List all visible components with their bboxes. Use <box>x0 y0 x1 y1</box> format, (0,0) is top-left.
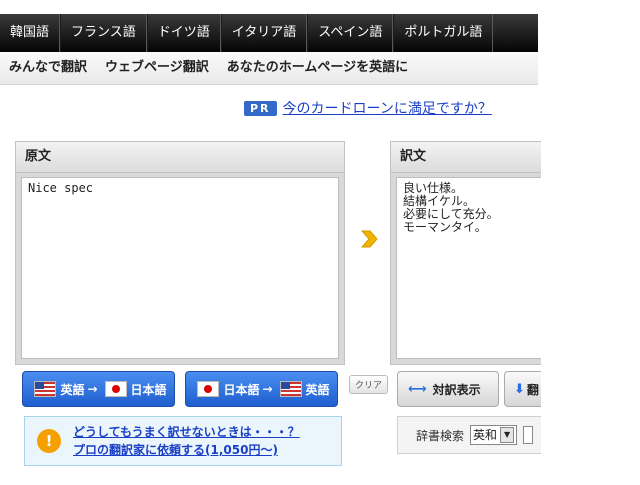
jp-flag-icon <box>197 381 220 397</box>
pr-ad: PR 今のカードローンに満足ですか？ <box>244 98 492 118</box>
clear-button[interactable]: クリア <box>349 375 389 394</box>
pro-translation-notice: ! どうしてもうまく訳せないときは・・・？ プロの翻訳家に依頼する(1,050円… <box>24 416 342 466</box>
tab-german[interactable]: ドイツ語 <box>146 14 221 52</box>
pro-request-link[interactable]: プロの翻訳家に依頼する(1,050円〜) <box>73 441 300 459</box>
us-flag-icon <box>34 381 57 397</box>
en-ja-from: 英語 <box>60 382 85 397</box>
download-button[interactable]: ⬇ 翻 <box>504 371 541 407</box>
sub-navigation: みんなで翻訳 ウェブページ翻訳 あなたのホームページを英語に <box>0 52 538 85</box>
subnav-community-translation[interactable]: みんなで翻訳 <box>0 52 96 84</box>
chevron-right-icon <box>360 230 378 248</box>
download-label: 翻 <box>526 382 539 397</box>
download-icon: ⬇ <box>514 381 525 397</box>
exclamation-icon: ! <box>37 429 61 453</box>
source-textarea[interactable]: Nice spec <box>21 177 339 359</box>
dict-select[interactable]: 英和 ▼ <box>470 425 518 445</box>
tab-spanish[interactable]: スペイン語 <box>307 14 394 52</box>
dict-search-input[interactable] <box>523 426 534 444</box>
dict-label: 辞書検索 <box>416 428 465 443</box>
tab-italian[interactable]: イタリア語 <box>220 14 308 52</box>
result-textarea[interactable]: 良い仕様。 結構イケル。 必要にして充分。 モーマンタイ。 <box>396 177 541 359</box>
result-title: 訳文 <box>391 142 541 173</box>
us-flag-icon <box>279 381 302 397</box>
language-tab-bar: 韓国語 フランス語 ドイツ語 イタリア語 スペイン語 ポルトガル語 <box>0 14 538 52</box>
ja-en-to: 英語 <box>305 382 330 397</box>
result-panel: 訳文 良い仕様。 結構イケル。 必要にして充分。 モーマンタイ。 <box>390 141 541 365</box>
ja-en-arrow: → <box>262 382 273 396</box>
subnav-homepage-english[interactable]: あなたのホームページを英語に <box>218 52 417 84</box>
notice-question-link[interactable]: どうしてもうまく訳せないときは・・・？ <box>73 423 300 441</box>
tab-portuguese[interactable]: ポルトガル語 <box>393 14 494 52</box>
jp-flag-icon <box>104 381 127 397</box>
subnav-webpage-translation[interactable]: ウェブページ翻訳 <box>96 52 218 84</box>
dictionary-search: 辞書検索 英和 ▼ <box>397 416 541 454</box>
compare-view-button[interactable]: ⟷ 対訳表示 <box>397 371 499 407</box>
ja-en-from: 日本語 <box>223 382 260 397</box>
pr-badge: PR <box>244 100 277 116</box>
translate-en-to-ja-button[interactable]: 英語 → 日本語 <box>22 371 175 407</box>
tab-french[interactable]: フランス語 <box>60 14 147 52</box>
en-ja-to: 日本語 <box>130 382 167 397</box>
compare-label: 対訳表示 <box>432 382 481 397</box>
source-title: 原文 <box>16 142 344 173</box>
tab-korean[interactable]: 韓国語 <box>0 14 61 52</box>
swap-arrows-icon: ⟷ <box>408 381 427 397</box>
translate-ja-to-en-button[interactable]: 日本語 → 英語 <box>185 371 338 407</box>
chevron-down-icon: ▼ <box>500 427 515 443</box>
source-panel: 原文 Nice spec <box>15 141 345 365</box>
en-ja-arrow: → <box>87 382 98 396</box>
dict-selected: 英和 <box>473 428 498 442</box>
ad-link[interactable]: 今のカードローンに満足ですか？ <box>283 98 492 118</box>
